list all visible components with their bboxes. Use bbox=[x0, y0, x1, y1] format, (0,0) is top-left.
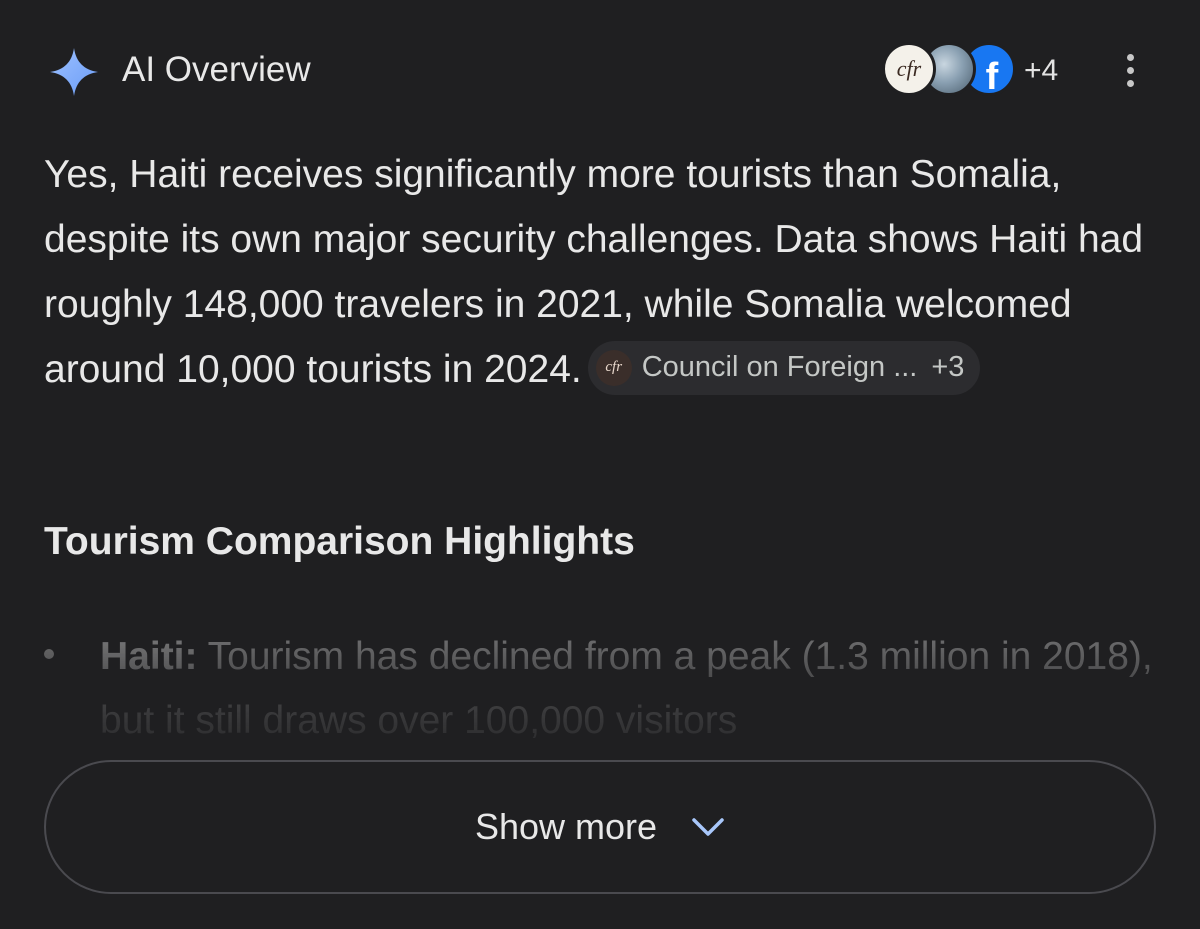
facebook-logo-text: f bbox=[985, 56, 999, 96]
cfr-logo-icon[interactable]: cfr bbox=[882, 42, 936, 96]
cfr-logo-text: cfr bbox=[896, 56, 922, 81]
ai-overview-header: AI Overview cfr f +4 bbox=[44, 40, 1156, 100]
section-title: Tourism Comparison Highlights bbox=[44, 520, 635, 563]
show-more-button[interactable]: Show more bbox=[44, 760, 1156, 894]
cfr-chip-icon: cfr bbox=[595, 349, 632, 386]
more-options-icon[interactable] bbox=[1120, 54, 1140, 94]
gemini-spark-icon bbox=[50, 48, 98, 96]
source-icons[interactable]: cfr f +4 bbox=[882, 42, 1072, 98]
source-chip-label: Council on Foreign ... bbox=[641, 351, 918, 384]
cfr-chip-logo-text: cfr bbox=[605, 359, 623, 376]
bullet-dot bbox=[44, 649, 54, 659]
chevron-down-icon bbox=[692, 818, 724, 836]
bullet-label: Haiti: bbox=[100, 635, 198, 678]
header-title: AI Overview bbox=[122, 50, 311, 89]
show-more-label: Show more bbox=[474, 806, 658, 847]
summary-paragraph: Yes, Haiti receives significantly more t… bbox=[44, 142, 1164, 402]
more-sources-count[interactable]: +4 bbox=[1024, 54, 1058, 88]
source-chip[interactable]: cfr Council on Foreign ... +3 bbox=[587, 340, 981, 395]
bullet-list: Haiti: Tourism has declined from a peak … bbox=[44, 625, 1164, 755]
source-chip-more: +3 bbox=[931, 351, 965, 384]
bullet-text: Tourism has declined from a peak (1.3 mi… bbox=[100, 635, 1153, 742]
list-item: Haiti: Tourism has declined from a peak … bbox=[100, 625, 1160, 753]
